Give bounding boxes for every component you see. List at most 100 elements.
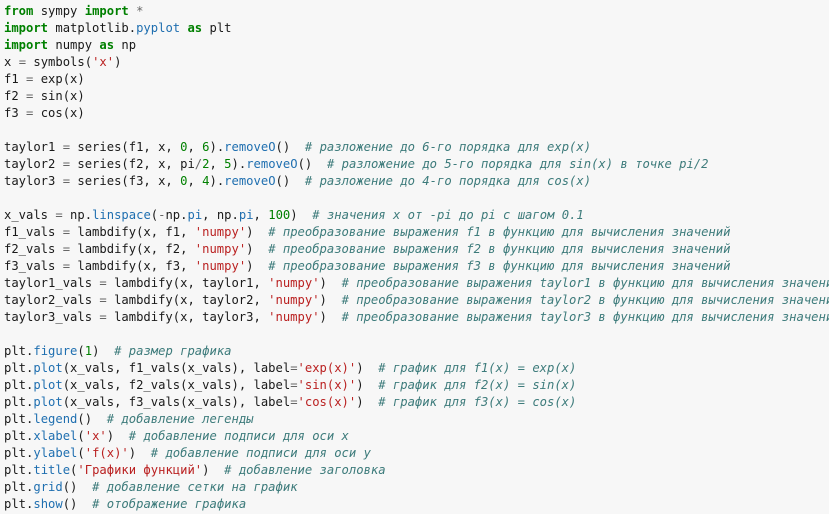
code-text: np. — [62, 208, 93, 222]
code-text: () — [275, 174, 305, 188]
code-text: f1 — [4, 72, 27, 86]
operator: * — [136, 4, 144, 18]
code-text: plt. — [4, 480, 34, 494]
keyword: as — [99, 38, 115, 52]
code-cell[interactable]: from sympy import * import matplotlib.pyp… — [0, 0, 829, 514]
comment: # размер графика — [114, 344, 232, 358]
code-text: lambdify(x, f3, — [70, 259, 195, 273]
code-text: ) — [106, 429, 129, 443]
code-text: plt. — [4, 497, 34, 511]
code-text: () — [297, 157, 327, 171]
code-text: symbols( — [26, 55, 93, 69]
operator: = — [62, 259, 71, 273]
code-text: cos(x) — [33, 106, 85, 120]
code-text: () — [62, 480, 93, 494]
code-text: series(f1, x, — [70, 140, 181, 154]
code-text: exp(x) — [33, 72, 85, 86]
code-text: f2 — [4, 89, 27, 103]
code-text: lambdify(x, f1, — [70, 225, 195, 239]
code-text: sin(x) — [33, 89, 85, 103]
comment: # преобразование выражения f3 в функцию … — [268, 259, 731, 273]
code-text: taylor1_vals — [4, 276, 100, 290]
comment: # график для f3(x) = cos(x) — [378, 395, 577, 409]
code-line: f1 = exp(x) — [4, 71, 829, 88]
string-literal: 'exp(x)' — [297, 361, 357, 375]
code-text: series(f3, x, — [70, 174, 181, 188]
code-text: matplotlib. — [48, 21, 137, 35]
comment: # преобразование выражения taylor1 в фун… — [341, 276, 829, 290]
comment: # преобразование выражения f1 в функцию … — [268, 225, 731, 239]
code-text: ( — [77, 446, 85, 460]
string-literal: 'cos(x)' — [297, 395, 357, 409]
comment: # разложение до 6-го порядка для exp(x) — [304, 140, 592, 154]
code-text: () — [275, 140, 305, 154]
keyword: import — [84, 4, 129, 18]
code-line: plt.plot(x_vals, f3_vals(x_vals), label=… — [4, 394, 829, 411]
code-text: f1_vals — [4, 225, 63, 239]
code-line: x_vals = np.linspace(-np.pi, np.pi, 100)… — [4, 207, 829, 224]
code-line: from sympy import * — [4, 3, 829, 20]
code-text: plt — [202, 21, 232, 35]
code-line: taylor1 = series(f1, x, 0, 6).removeO() … — [4, 139, 829, 156]
code-text: sympy — [33, 4, 85, 18]
operator: = — [290, 361, 298, 375]
attribute-name: ylabel — [33, 446, 78, 460]
code-text: taylor1 — [4, 140, 63, 154]
attribute-name: figure — [33, 344, 78, 358]
attribute-name: removeO — [224, 174, 276, 188]
keyword: import — [4, 38, 49, 52]
code-text: lambdify(x, taylor3, — [106, 310, 269, 324]
code-text: , — [187, 174, 203, 188]
string-literal: 'x' — [84, 429, 107, 443]
code-text: ) — [246, 242, 269, 256]
operator: = — [290, 395, 298, 409]
code-text: x_vals — [4, 208, 56, 222]
string-literal: 'x' — [92, 55, 115, 69]
string-literal: 'numpy' — [268, 310, 320, 324]
comment: # отображение графика — [92, 497, 247, 511]
code-text: ( — [77, 344, 85, 358]
code-text: ) — [290, 208, 313, 222]
operator: = — [62, 174, 71, 188]
code-text: f3_vals — [4, 259, 63, 273]
code-line: plt.ylabel('f(x)') # добавление подписи … — [4, 445, 829, 462]
comment: # график для f1(x) = exp(x) — [378, 361, 577, 375]
code-line: plt.plot(x_vals, f1_vals(x_vals), label=… — [4, 360, 829, 377]
code-text: ) — [319, 293, 342, 307]
code-text: ) — [246, 225, 269, 239]
code-text: x — [4, 55, 19, 69]
code-line: x = symbols('x') — [4, 54, 829, 71]
code-text: plt. — [4, 378, 34, 392]
comment: # добавление подписи для оси y — [150, 446, 371, 460]
code-text: (x_vals, f2_vals(x_vals), label — [62, 378, 291, 392]
code-line: plt.figure(1) # размер графика — [4, 343, 829, 360]
code-text: taylor2_vals — [4, 293, 100, 307]
code-line: taylor2 = series(f2, x, pi/2, 5).removeO… — [4, 156, 829, 173]
code-text: taylor2 — [4, 157, 63, 171]
code-text: ). — [209, 174, 225, 188]
code-text: ) — [246, 259, 269, 273]
attribute-name: removeO — [246, 157, 298, 171]
code-line: f2 = sin(x) — [4, 88, 829, 105]
string-literal: 'sin(x)' — [297, 378, 357, 392]
code-text: , — [187, 140, 203, 154]
code-line: taylor2_vals = lambdify(x, taylor2, 'num… — [4, 292, 829, 309]
attribute-name: title — [33, 463, 71, 477]
code-text: plt. — [4, 361, 34, 375]
code-text: ). — [231, 157, 247, 171]
comment: # добавление сетки на график — [92, 480, 298, 494]
attribute-name: grid — [33, 480, 63, 494]
comment: # преобразование выражения taylor2 в фун… — [341, 293, 829, 307]
comment: # добавление легенды — [106, 412, 254, 426]
operator: = — [290, 378, 298, 392]
keyword: import — [4, 21, 49, 35]
attribute-name: show — [33, 497, 63, 511]
code-text: (x_vals, f3_vals(x_vals), label — [62, 395, 291, 409]
code-line: import matplotlib.pyplot as plt — [4, 20, 829, 37]
string-literal: 'numpy' — [194, 242, 247, 256]
code-text: taylor3 — [4, 174, 63, 188]
code-text: ) — [319, 310, 342, 324]
code-text: ) — [92, 344, 115, 358]
comment: # значения x от -pi до pi с шагом 0.1 — [312, 208, 584, 222]
